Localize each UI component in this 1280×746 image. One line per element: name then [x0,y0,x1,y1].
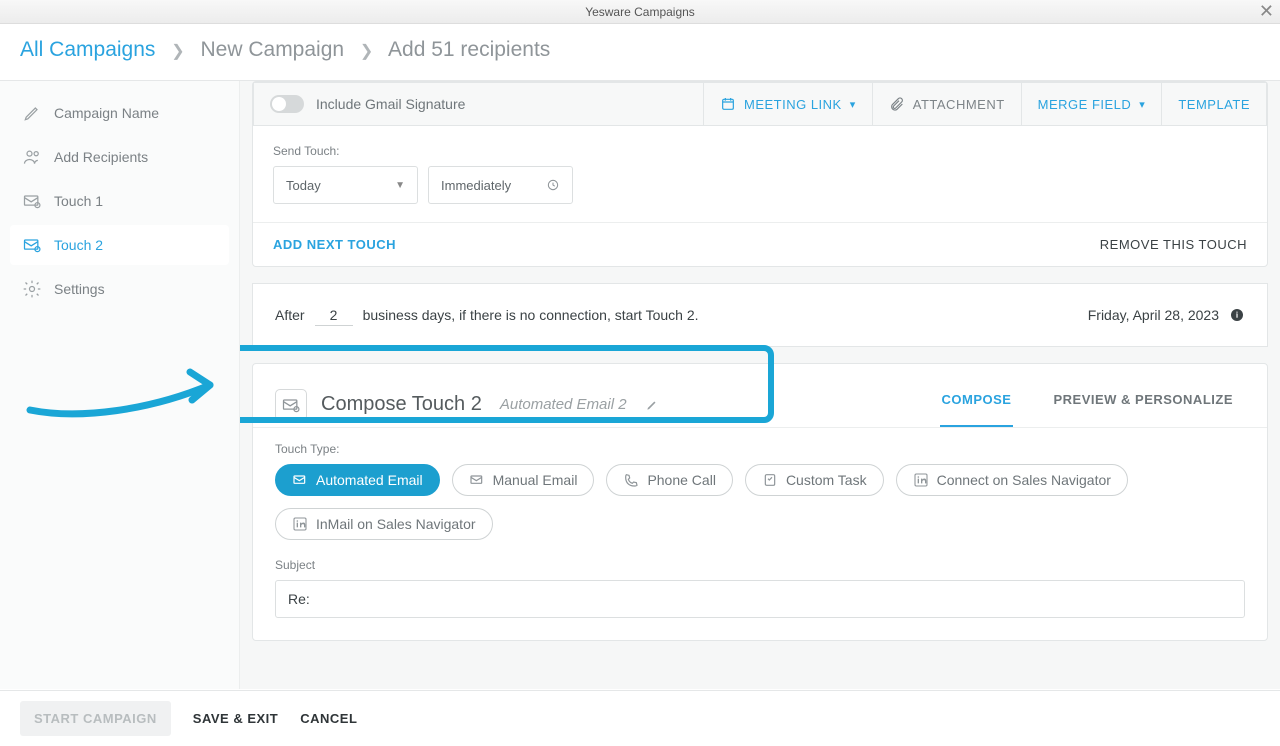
touch-type-inmail-navigator[interactable]: InMail on Sales Navigator [275,508,493,540]
clock-icon [546,178,560,192]
merge-field-button[interactable]: MERGE FIELD ▾ [1021,83,1162,125]
editor-toolbar: Include Gmail Signature MEETING LINK ▾ A… [253,82,1267,126]
chevron-right-icon: ❯ [360,43,373,60]
sidebar-item-label: Campaign Name [54,105,159,121]
touch-delay-panel: After business days, if there is no conn… [252,283,1268,347]
touch-1-card: Include Gmail Signature MEETING LINK ▾ A… [252,81,1268,267]
window-title: Yesware Campaigns [585,5,695,19]
sidebar-item-settings[interactable]: Settings [10,269,229,309]
meeting-link-button[interactable]: MEETING LINK ▾ [703,83,872,125]
calendar-icon [720,96,736,112]
chevron-down-icon: ▾ [1139,98,1145,111]
mail-send-icon [22,235,42,255]
sidebar: Campaign Name Add Recipients Touch 1 Tou… [0,81,240,689]
chevron-right-icon: ❯ [171,43,184,60]
mail-icon [469,472,485,488]
signature-toggle-group: Include Gmail Signature [254,95,703,113]
breadcrumb-root[interactable]: All Campaigns [20,38,155,61]
caret-down-icon: ▼ [395,180,405,191]
paperclip-icon [889,96,905,112]
sidebar-item-add-recipients[interactable]: Add Recipients [10,137,229,177]
breadcrumb-new: New Campaign [201,38,345,61]
delay-suffix: business days, if there is no connection… [363,307,699,323]
sidebar-item-label: Touch 2 [54,237,103,253]
save-exit-button[interactable]: SAVE & EXIT [193,711,278,726]
send-day-select[interactable]: Today ▼ [273,166,418,204]
breadcrumb: All Campaigns ❯ New Campaign ❯ Add 51 re… [0,24,1280,81]
send-touch-label: Send Touch: [273,144,1247,158]
sidebar-item-touch-1[interactable]: Touch 1 [10,181,229,221]
delay-prefix: After [275,307,305,323]
touch-type-custom-task[interactable]: Custom Task [745,464,884,496]
delay-days-input[interactable] [315,305,353,326]
window-titlebar: Yesware Campaigns ✕ [0,0,1280,24]
sidebar-item-touch-2[interactable]: Touch 2 [10,225,229,265]
touch-icon [275,389,307,421]
close-icon[interactable]: ✕ [1259,0,1274,22]
signature-label: Include Gmail Signature [316,96,465,112]
task-icon [762,472,778,488]
sidebar-item-label: Touch 1 [54,193,103,209]
main-content: Include Gmail Signature MEETING LINK ▾ A… [240,81,1280,689]
info-icon[interactable]: i [1229,307,1245,323]
phone-icon [623,472,639,488]
subject-label: Subject [275,558,1245,572]
breadcrumb-add: Add 51 recipients [388,38,550,61]
touch-type-automated-email[interactable]: Automated Email [275,464,440,496]
remove-touch-button[interactable]: REMOVE THIS TOUCH [1100,237,1247,252]
start-campaign-button[interactable]: START CAMPAIGN [20,701,171,736]
sidebar-item-label: Add Recipients [54,149,148,165]
attachment-button[interactable]: ATTACHMENT [872,83,1021,125]
tab-preview[interactable]: PREVIEW & PERSONALIZE [1051,382,1235,427]
linkedin-icon [292,516,308,532]
pencil-icon [22,103,42,123]
subject-input[interactable] [275,580,1245,618]
gear-icon [22,279,42,299]
chevron-down-icon: ▾ [850,98,856,111]
template-button[interactable]: TEMPLATE [1161,83,1266,125]
mail-icon [292,472,308,488]
edit-icon[interactable] [645,398,659,412]
signature-toggle[interactable] [270,95,304,113]
mail-send-icon [22,191,42,211]
cancel-button[interactable]: CANCEL [300,711,357,726]
linkedin-icon [913,472,929,488]
compose-title: Compose Touch 2 [321,393,482,416]
footer-actions: START CAMPAIGN SAVE & EXIT CANCEL [0,690,1280,746]
sidebar-item-label: Settings [54,281,105,297]
people-icon [22,147,42,167]
send-time-select[interactable]: Immediately [428,166,573,204]
touch-type-manual-email[interactable]: Manual Email [452,464,595,496]
tab-compose[interactable]: COMPOSE [940,382,1014,427]
touch-type-connect-navigator[interactable]: Connect on Sales Navigator [896,464,1128,496]
compose-subtitle: Automated Email 2 [500,396,627,413]
touch-type-phone-call[interactable]: Phone Call [606,464,733,496]
touch-type-label: Touch Type: [275,442,1245,456]
sidebar-item-campaign-name[interactable]: Campaign Name [10,93,229,133]
compose-touch-card: Compose Touch 2 Automated Email 2 COMPOS… [252,363,1268,641]
delay-date: Friday, April 28, 2023 [1088,307,1219,323]
add-next-touch-button[interactable]: ADD NEXT TOUCH [273,237,396,252]
